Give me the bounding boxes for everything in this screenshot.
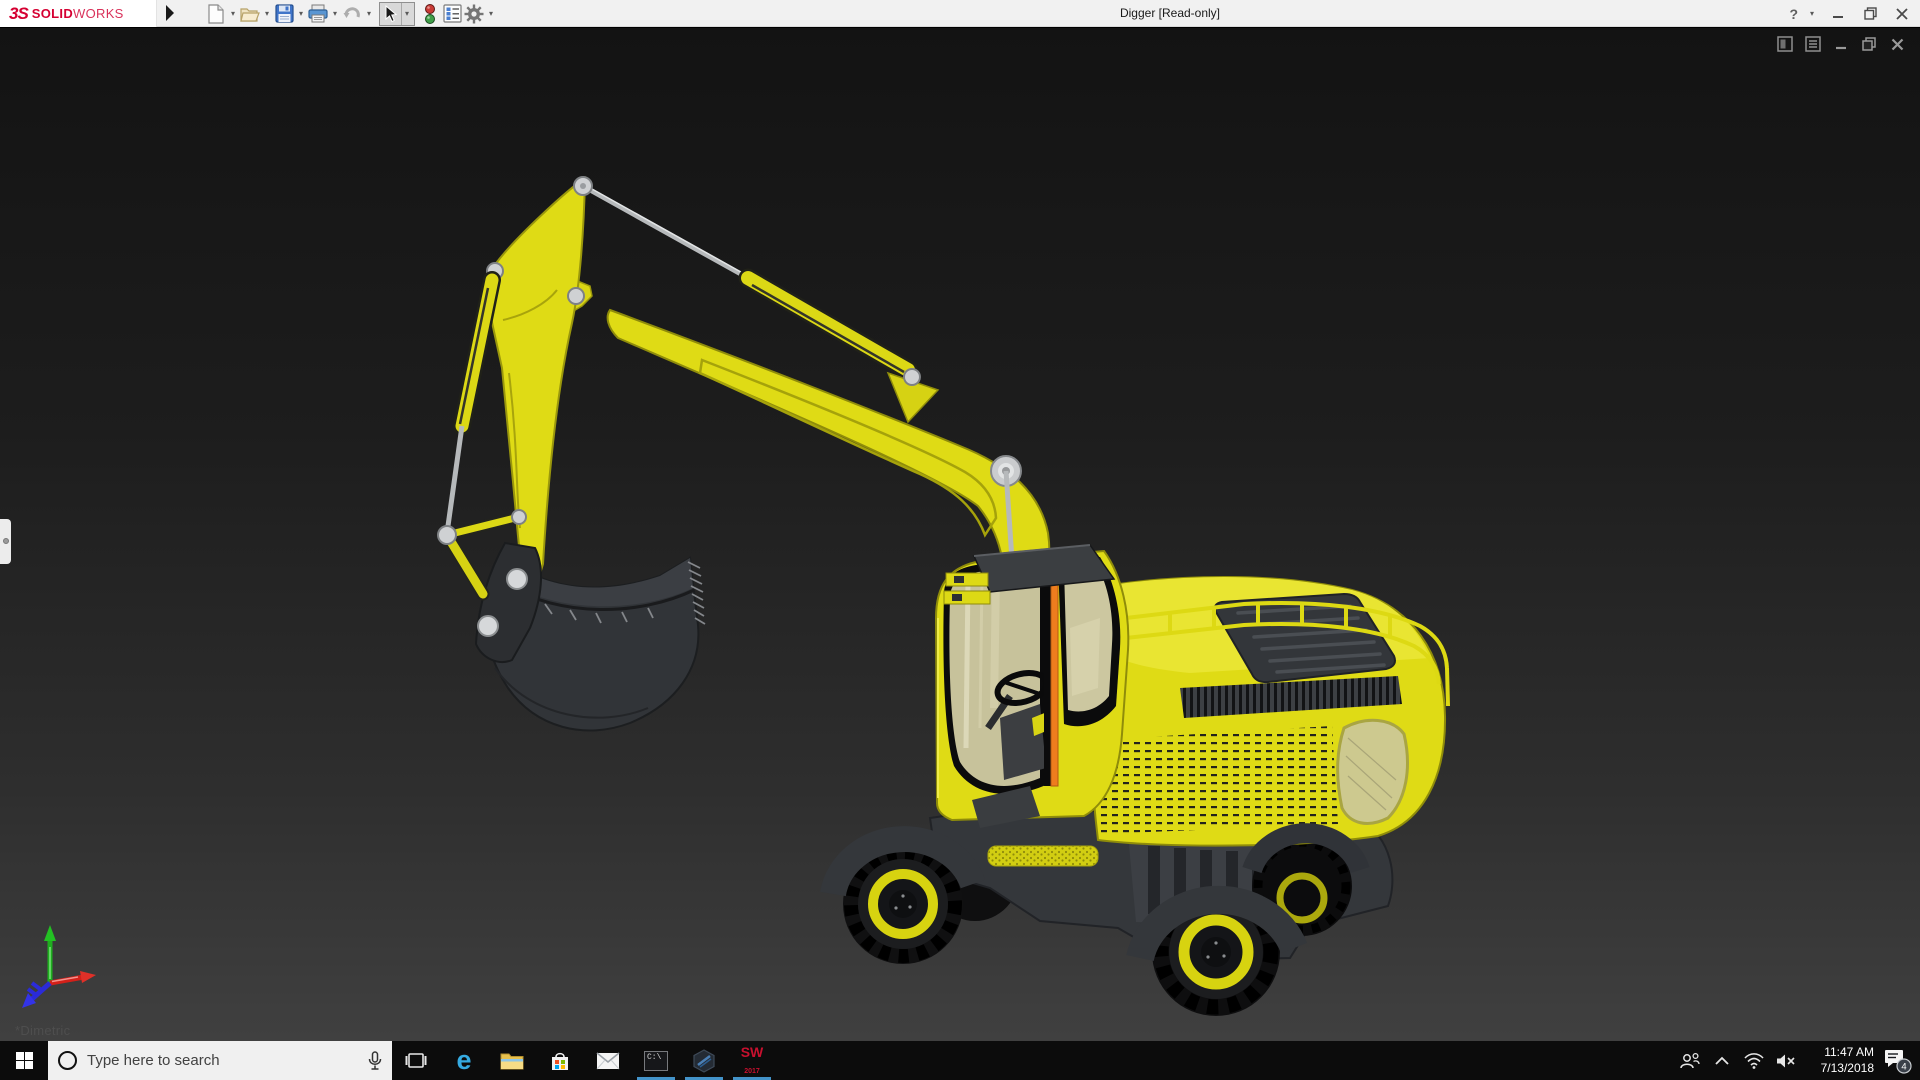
pane-toggle-2-icon[interactable]	[1804, 35, 1822, 53]
microphone-icon[interactable]	[368, 1051, 382, 1071]
document-title: Digger [Read-only]	[1070, 6, 1270, 20]
panel-flyout-tab[interactable]	[0, 519, 11, 564]
taskbar-mail[interactable]	[584, 1041, 632, 1080]
triad-z-axis	[22, 983, 50, 1008]
rear-access-opening	[1338, 720, 1408, 823]
command-prompt-icon: C:\	[644, 1051, 668, 1071]
minimize-button[interactable]	[1826, 4, 1850, 24]
side-vents	[1096, 726, 1338, 834]
print-icon[interactable]	[307, 3, 329, 25]
people-icon[interactable]	[1676, 1041, 1704, 1080]
close-button[interactable]	[1890, 4, 1914, 24]
restore-button[interactable]	[1858, 4, 1882, 24]
triad-y-axis	[44, 925, 56, 983]
mail-icon	[596, 1052, 620, 1070]
help-icon[interactable]: ?	[1789, 6, 1798, 22]
edrawings-cube-icon	[692, 1049, 716, 1073]
file-explorer-icon	[500, 1051, 524, 1071]
cab[interactable]	[936, 545, 1128, 828]
taskbar-search[interactable]: Type here to search	[48, 1041, 392, 1080]
bucket[interactable]	[476, 543, 705, 730]
step-tread	[988, 846, 1098, 866]
undo-icon[interactable]	[341, 3, 363, 25]
view-orientation-label: *Dimetric	[15, 1023, 70, 1038]
cortana-icon	[58, 1051, 77, 1070]
save-icon[interactable]	[273, 3, 295, 25]
solidworks-logo: 3S SOLIDWORKS	[0, 0, 157, 27]
notification-badge: 4	[1901, 1061, 1906, 1072]
orientation-triad	[10, 921, 100, 1011]
print-dropdown[interactable]: ▾	[329, 9, 341, 18]
triad-x-axis	[50, 971, 96, 983]
clock-date: 7/13/2018	[1821, 1061, 1874, 1075]
select-tool-group[interactable]: ▾	[379, 2, 415, 26]
select-cursor-icon[interactable]	[380, 3, 401, 25]
options-dropdown[interactable]: ▾	[485, 9, 497, 18]
undo-dropdown[interactable]: ▾	[363, 9, 375, 18]
clock-time: 11:47 AM	[1824, 1045, 1874, 1059]
model-3d-digger[interactable]	[0, 28, 1920, 1041]
new-document-dropdown[interactable]: ▾	[227, 9, 239, 18]
pane-toggle-1-icon[interactable]	[1776, 35, 1794, 53]
volume-muted-icon[interactable]	[1772, 1041, 1800, 1080]
wifi-icon[interactable]	[1740, 1041, 1768, 1080]
windows-logo-icon	[16, 1052, 33, 1069]
search-placeholder: Type here to search	[87, 1052, 358, 1069]
open-dropdown[interactable]: ▾	[261, 9, 273, 18]
title-bar: 3S SOLIDWORKS ▾ ▾ ▾ ▾ ▾	[0, 0, 1920, 27]
document-window-controls	[1776, 35, 1906, 53]
taskbar-clock[interactable]: 11:47 AM 7/13/2018	[1804, 1045, 1876, 1076]
document-restore-button[interactable]	[1860, 35, 1878, 53]
action-center-icon[interactable]: 4	[1880, 1041, 1916, 1080]
menu-flyout-arrow-icon[interactable]	[166, 5, 174, 21]
taskbar-solidworks[interactable]: SW 2017	[728, 1041, 776, 1080]
brand-works: WORKS	[73, 6, 124, 21]
document-close-button[interactable]	[1888, 35, 1906, 53]
dassault-3s-logo-icon: 3S	[9, 4, 28, 24]
taskbar-edrawings[interactable]	[680, 1041, 728, 1080]
edge-icon: e	[456, 1047, 471, 1074]
brand-solid: SOLID	[32, 6, 73, 21]
store-icon	[549, 1050, 571, 1072]
task-view-icon	[405, 1051, 427, 1071]
document-minimize-button[interactable]	[1832, 35, 1850, 53]
taskbar-command-prompt[interactable]: C:\	[632, 1041, 680, 1080]
help-dropdown[interactable]: ▾	[1806, 9, 1818, 18]
solidworks-2017-icon: SW 2017	[741, 1045, 764, 1077]
graphics-viewport[interactable]: *Dimetric	[0, 28, 1920, 1041]
start-button[interactable]	[0, 1041, 48, 1080]
bucket-hydraulic-cylinder[interactable]	[447, 280, 492, 533]
select-dropdown[interactable]: ▾	[402, 3, 414, 25]
windows-taskbar: Type here to search e	[0, 1041, 1920, 1080]
system-tray: 11:47 AM 7/13/2018 4	[1676, 1041, 1920, 1080]
open-icon[interactable]	[239, 3, 261, 25]
door-pillar-orange	[1051, 564, 1058, 786]
taskbar-task-view[interactable]	[392, 1041, 440, 1080]
tray-overflow-chevron-icon[interactable]	[1708, 1041, 1736, 1080]
taskbar-edge[interactable]: e	[440, 1041, 488, 1080]
save-dropdown[interactable]: ▾	[295, 9, 307, 18]
solidworks-app-window: 3S SOLIDWORKS ▾ ▾ ▾ ▾ ▾	[0, 0, 1920, 1080]
taskbar-file-explorer[interactable]	[488, 1041, 536, 1080]
file-properties-icon[interactable]	[441, 3, 463, 25]
taskbar-store[interactable]	[536, 1041, 584, 1080]
new-document-icon[interactable]	[205, 3, 227, 25]
rebuild-traffic-light-icon[interactable]	[419, 3, 441, 25]
options-gear-icon[interactable]	[463, 3, 485, 25]
